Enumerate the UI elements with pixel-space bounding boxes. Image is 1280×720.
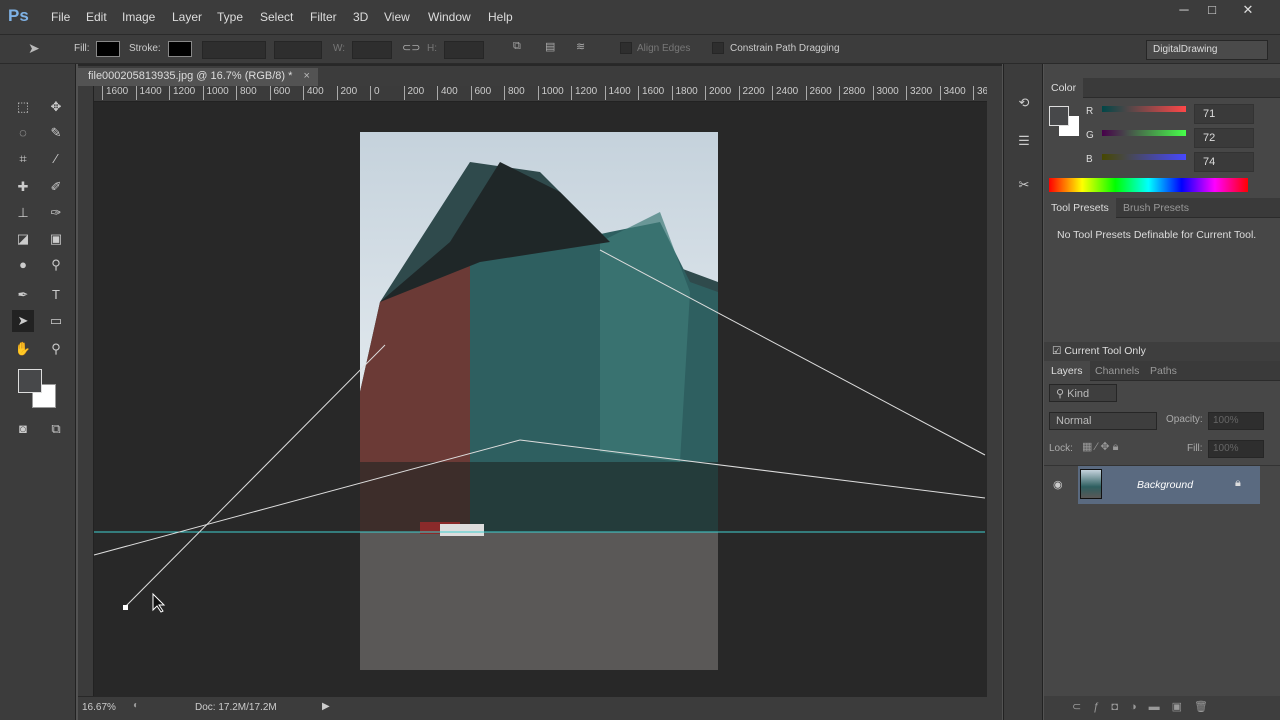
fill-field[interactable]: 100% (1208, 440, 1264, 458)
status-menu-arrow-icon[interactable]: ▶ (322, 701, 330, 712)
blend-mode-dropdown[interactable]: Normal (1049, 412, 1157, 430)
layer-filter-kind[interactable]: ⚲ Kind (1049, 384, 1117, 402)
maximize-button[interactable]: □ (1198, 2, 1226, 20)
r-label: R (1086, 106, 1094, 117)
doc-size: Doc: 17.2M/17.2M (195, 702, 277, 713)
opacity-label: Opacity: (1166, 414, 1203, 425)
minimize-button[interactable]: ─ (1170, 2, 1198, 20)
color-foreground-swatch[interactable] (1049, 106, 1069, 126)
layer-row-background[interactable]: Background 🔒︎ (1078, 466, 1260, 504)
layers-panel-header: Layers Channels Paths (1044, 361, 1280, 381)
status-bar: 16.67% ◐ Doc: 17.2M/17.2M ▶ (78, 697, 1002, 720)
kind-label: Kind (1067, 388, 1090, 400)
mouse-cursor-icon (152, 592, 166, 613)
properties-panel-icon[interactable]: ☰ (1013, 130, 1035, 152)
status-icon[interactable]: ◐ (133, 700, 139, 711)
panel-icon-strip: ⟲ ☰ ✂ (1003, 64, 1043, 720)
r-slider[interactable] (1102, 106, 1186, 112)
tab-layers[interactable]: Layers (1044, 361, 1090, 381)
opacity-field[interactable]: 100% (1208, 412, 1264, 430)
path-segment[interactable] (124, 344, 386, 608)
b-label: B (1086, 154, 1093, 165)
tool-presets-message: No Tool Presets Definable for Current To… (1057, 229, 1257, 241)
layer-name[interactable]: Background (1137, 479, 1193, 491)
foreground-color-swatch[interactable] (18, 369, 42, 393)
g-label: G (1086, 130, 1094, 141)
history-panel-icon[interactable]: ⟲ (1013, 92, 1035, 114)
layer-lock-icon[interactable]: 🔒︎ (1235, 477, 1241, 490)
lock-icons[interactable]: ▦ ⁄ ✥ 🔒︎ (1082, 440, 1118, 454)
path-segment[interactable] (519, 439, 986, 499)
tab-paths[interactable]: Paths (1143, 361, 1184, 381)
current-tool-only-label: Current Tool Only (1064, 345, 1146, 357)
tab-tool-presets[interactable]: Tool Presets (1044, 198, 1116, 218)
b-value[interactable]: 74 (1194, 152, 1254, 172)
anchor-point[interactable] (123, 605, 128, 610)
path-segment[interactable] (599, 249, 986, 456)
r-value[interactable]: 71 (1194, 104, 1254, 124)
layers-footer-buttons[interactable]: ⊂ƒ◘◑▬▣🗑︎ (1044, 696, 1280, 720)
layer-thumbnail (1080, 469, 1102, 499)
fill-label: Fill: (1187, 443, 1203, 454)
workspace-dropdown[interactable]: DigitalDrawing (1146, 40, 1268, 60)
right-panels: Color R 71 G 72 B 74 Tool Presets Brush … (1044, 64, 1280, 720)
color-spectrum[interactable] (1049, 178, 1248, 192)
visibility-eye-icon[interactable]: ◉ (1053, 478, 1063, 491)
close-window-button[interactable]: ✕ (1234, 2, 1262, 20)
tool-presets-header: Tool Presets Brush Presets (1044, 198, 1280, 218)
lock-label: Lock: (1049, 443, 1073, 454)
tab-brush-presets[interactable]: Brush Presets (1116, 198, 1196, 218)
brush-panel-icon[interactable]: ✂ (1013, 174, 1035, 196)
path-segment[interactable] (93, 439, 521, 556)
vertical-scrollbar[interactable] (987, 86, 1002, 697)
g-value[interactable]: 72 (1194, 128, 1254, 148)
path-overlay (93, 249, 986, 613)
g-slider[interactable] (1102, 130, 1186, 136)
zoom-level[interactable]: 16.67% (82, 702, 116, 713)
color-panel-header: Color (1044, 78, 1280, 98)
b-slider[interactable] (1102, 154, 1186, 160)
tab-channels[interactable]: Channels (1088, 361, 1146, 381)
tab-color[interactable]: Color (1044, 78, 1084, 98)
current-tool-only-checkbox[interactable]: ☑ Current Tool Only (1044, 342, 1280, 362)
